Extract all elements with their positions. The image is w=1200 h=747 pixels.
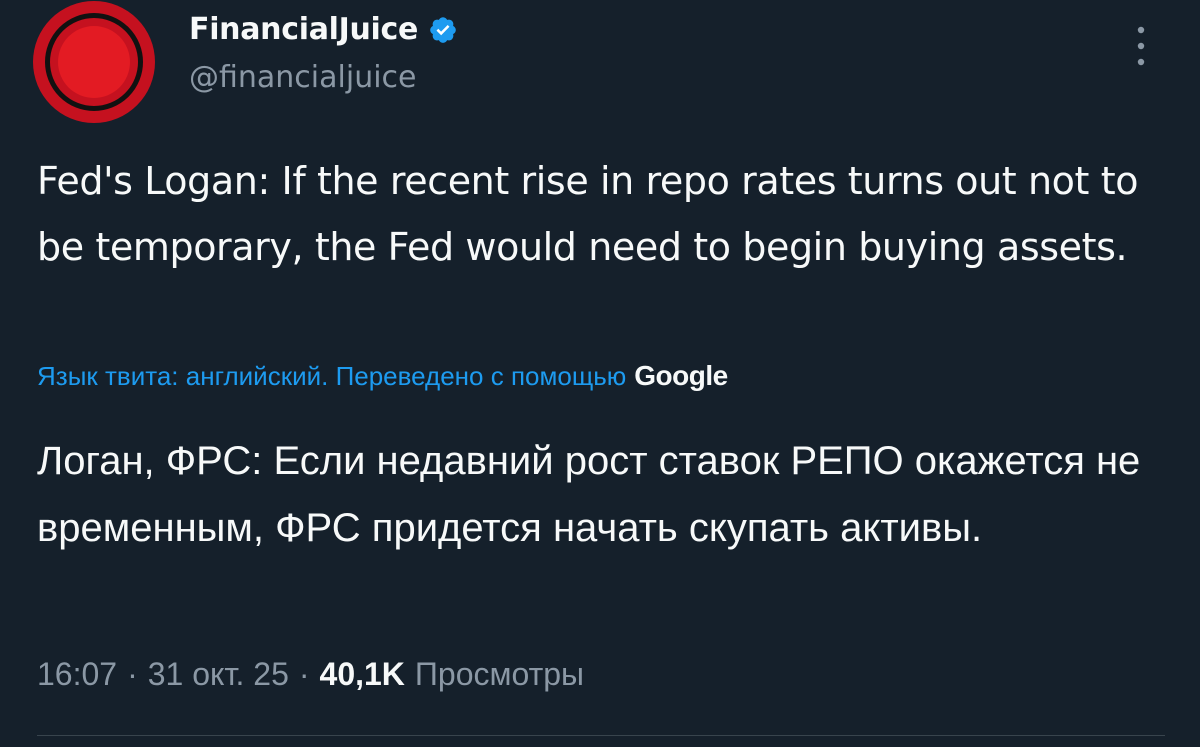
- translation-attribution[interactable]: Язык твита: английский. Переведено с пом…: [37, 360, 728, 392]
- author-name-row[interactable]: FinancialJuice: [189, 12, 458, 47]
- tweet-date[interactable]: 31 окт. 25: [148, 656, 289, 693]
- translation-label[interactable]: Язык твита: английский. Переведено с пом…: [37, 361, 626, 392]
- author-display-name[interactable]: FinancialJuice: [189, 12, 418, 47]
- tweet-card: FinancialJuice @financialjuice Fed's Log…: [0, 0, 1200, 747]
- avatar[interactable]: [33, 1, 155, 123]
- translated-text: Логан, ФРС: Если недавний рост ставок РЕ…: [37, 439, 1141, 550]
- google-logo: Google: [634, 360, 728, 391]
- tweet-text: Fed's Logan: If the recent rise in repo …: [37, 159, 1139, 269]
- tweet-meta: 16:07 · 31 окт. 25 · 40,1K Просмотры: [37, 656, 584, 693]
- author-handle[interactable]: @financialjuice: [189, 60, 417, 95]
- verified-badge-icon: [430, 16, 456, 43]
- meta-separator: ·: [127, 656, 138, 692]
- views-label[interactable]: Просмотры: [415, 656, 584, 693]
- meta-separator: ·: [298, 656, 310, 692]
- more-vertical-icon[interactable]: [1126, 24, 1156, 68]
- views-count[interactable]: 40,1K: [320, 656, 405, 693]
- divider: [37, 735, 1165, 736]
- red-circle-logo-icon: [58, 26, 130, 98]
- tweet-time[interactable]: 16:07: [37, 656, 117, 693]
